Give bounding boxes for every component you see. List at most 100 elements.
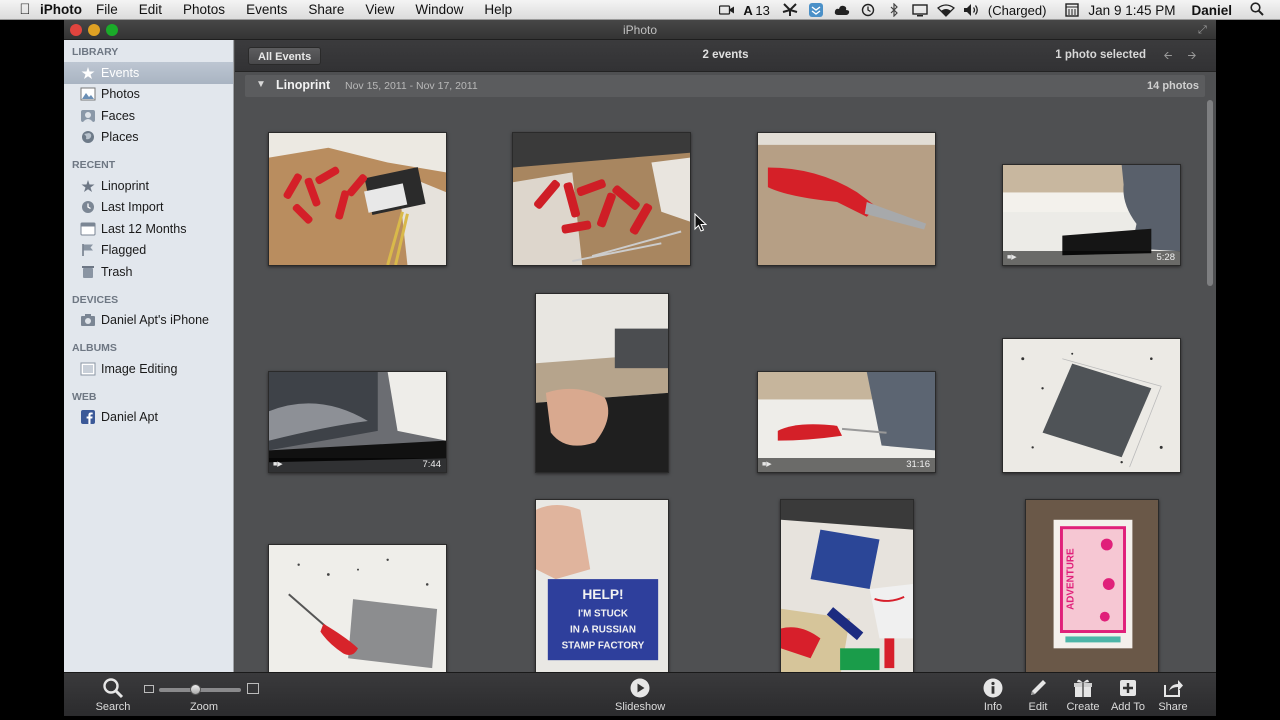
sidebar-item-iphone[interactable]: Daniel Apt's iPhone	[64, 310, 233, 332]
video-duration: 7:44	[422, 459, 442, 470]
share-button[interactable]: Share	[1148, 677, 1198, 713]
pinwheel-icon[interactable]	[780, 3, 800, 17]
photo-help-stamp-print: HELP! I'M STUCK IN A RUSSIAN STAMP FACTO…	[536, 500, 668, 672]
sidebar-item-image-editing[interactable]: Image Editing	[64, 358, 233, 380]
sidebar-item-flagged[interactable]: Flagged	[64, 240, 233, 262]
video-info-bar: ■▶ 7:44	[269, 458, 446, 472]
arrow-left-icon: 🡨	[1163, 50, 1173, 62]
spotlight-search-icon[interactable]	[1250, 1, 1270, 19]
menu-file[interactable]: File	[96, 2, 118, 17]
sidebar-item-places[interactable]: Places	[64, 127, 233, 149]
plus-icon	[1103, 677, 1153, 699]
volume-icon[interactable]	[962, 3, 982, 17]
bluetooth-icon[interactable]	[884, 3, 904, 17]
event-header[interactable]: ▼ Linoprint Nov 15, 2011 - Nov 17, 2011 …	[245, 75, 1205, 97]
video-frame-dark-fabric	[269, 372, 446, 472]
sidebar-item-label: Image Editing	[101, 361, 178, 376]
search-button[interactable]: Search	[88, 677, 138, 713]
sidebar-item-last-import[interactable]: Last Import	[64, 197, 233, 219]
photos-icon	[80, 87, 96, 101]
video-thumbnail[interactable]: ■▶ 31:16	[757, 371, 936, 473]
calendar-icon[interactable]	[1062, 3, 1082, 17]
notification-badge[interactable]: A 13	[743, 3, 769, 18]
zoom-slider-knob[interactable]	[190, 684, 202, 695]
svg-text:IN A RUSSIAN: IN A RUSSIAN	[570, 624, 636, 635]
sidebar-item-facebook[interactable]: Daniel Apt	[64, 407, 233, 429]
apple-menu-icon[interactable]: 	[0, 1, 40, 18]
video-thumbnail[interactable]: ■▶ 5:28	[1002, 164, 1181, 266]
selection-status: 1 photo selected	[1055, 49, 1146, 61]
flag-icon	[80, 243, 96, 257]
photo-thumbnail[interactable]	[535, 293, 669, 473]
battery-status[interactable]: (Charged)	[988, 3, 1047, 18]
photo-thumbnail[interactable]	[757, 132, 936, 266]
title-bar[interactable]: iPhoto ⤢	[64, 20, 1216, 40]
video-info-bar: ■▶ 31:16	[758, 458, 935, 472]
slideshow-button[interactable]: Slideshow	[615, 677, 665, 713]
sidebar-item-label: Daniel Apt	[101, 410, 158, 425]
display-icon[interactable]	[910, 3, 930, 17]
create-label: Create	[1066, 701, 1100, 713]
content-header-bar: All Events 2 events 1 photo selected 🡨 🡪	[235, 40, 1216, 72]
photo-thumbnail[interactable]	[512, 132, 691, 266]
create-button[interactable]: Create	[1058, 677, 1108, 713]
next-event-button[interactable]: 🡪	[1182, 47, 1202, 65]
dropbox-icon[interactable]	[806, 3, 826, 17]
video-frame-table-edge	[1003, 165, 1180, 265]
sidebar-item-events[interactable]: Events	[64, 62, 233, 84]
fullscreen-icon[interactable]: ⤢	[1198, 24, 1210, 36]
vertical-scrollbar[interactable]	[1207, 100, 1213, 286]
video-thumbnail[interactable]: ■▶ 7:44	[268, 371, 447, 473]
bottom-toolbar: Search Zoom Slideshow Info Edit Create A…	[64, 672, 1216, 716]
menu-help[interactable]: Help	[484, 2, 512, 17]
sidebar-item-photos[interactable]: Photos	[64, 84, 233, 106]
user-menu[interactable]: Daniel	[1191, 3, 1232, 18]
small-thumbnail-icon	[144, 685, 154, 693]
event-photo-count: 14 photos	[1147, 80, 1199, 92]
photo-thumbnail[interactable]: ADVENTURE	[1025, 499, 1159, 672]
photo-tools-on-table	[513, 133, 690, 265]
add-to-button[interactable]: Add To	[1103, 677, 1153, 713]
sidebar-item-last-12-months[interactable]: Last 12 Months	[64, 218, 233, 240]
photo-thumbnail[interactable]	[268, 132, 447, 266]
menu-photos[interactable]: Photos	[183, 2, 225, 17]
menu-view[interactable]: View	[365, 2, 394, 17]
menu-share[interactable]: Share	[308, 2, 344, 17]
photo-thumbnail[interactable]	[1002, 338, 1181, 473]
cloud-icon[interactable]	[832, 3, 852, 17]
video-duration: 5:28	[1156, 252, 1176, 263]
disclosure-triangle-icon[interactable]: ▼	[256, 79, 266, 90]
app-menu[interactable]: iPhoto	[40, 2, 82, 17]
menu-events[interactable]: Events	[246, 2, 287, 17]
sidebar: LIBRARY Events Photos Faces Places RECEN…	[64, 40, 234, 672]
iphoto-window: iPhoto ⤢ LIBRARY Events Photos Faces Pla…	[64, 20, 1216, 716]
previous-event-button[interactable]: 🡨	[1158, 47, 1178, 65]
photo-thumbnail[interactable]	[780, 499, 914, 672]
menu-edit[interactable]: Edit	[139, 2, 162, 17]
edit-button[interactable]: Edit	[1013, 677, 1063, 713]
edit-label: Edit	[1028, 701, 1048, 713]
video-frame-carving-tool	[758, 372, 935, 472]
event-dates: Nov 15, 2011 - Nov 17, 2011	[345, 80, 478, 92]
svg-text:ADVENTURE: ADVENTURE	[1065, 548, 1076, 610]
photo-thumbnail[interactable]	[268, 544, 447, 672]
faces-icon	[80, 109, 96, 123]
photo-single-carving-tool	[758, 133, 935, 265]
camera-device-icon	[80, 313, 96, 327]
sidebar-item-trash[interactable]: Trash	[64, 261, 233, 283]
info-button[interactable]: Info	[968, 677, 1018, 713]
menu-window[interactable]: Window	[415, 2, 463, 17]
sidebar-item-faces[interactable]: Faces	[64, 105, 233, 127]
share-arrow-icon	[1148, 677, 1198, 699]
zoom-slider[interactable]	[144, 683, 264, 697]
photo-adventure-print: ADVENTURE	[1026, 500, 1158, 672]
sidebar-item-linoprint[interactable]: Linoprint	[64, 175, 233, 197]
wifi-icon[interactable]	[936, 3, 956, 17]
sidebar-section-albums: ALBUMS	[72, 342, 117, 354]
time-machine-icon[interactable]	[858, 3, 878, 17]
event-name[interactable]: Linoprint	[276, 78, 330, 92]
camera-icon[interactable]	[717, 3, 737, 17]
clock[interactable]: Jan 9 1:45 PM	[1088, 3, 1175, 18]
photo-thumbnail[interactable]: HELP! I'M STUCK IN A RUSSIAN STAMP FACTO…	[535, 499, 669, 672]
facebook-icon	[80, 410, 96, 425]
